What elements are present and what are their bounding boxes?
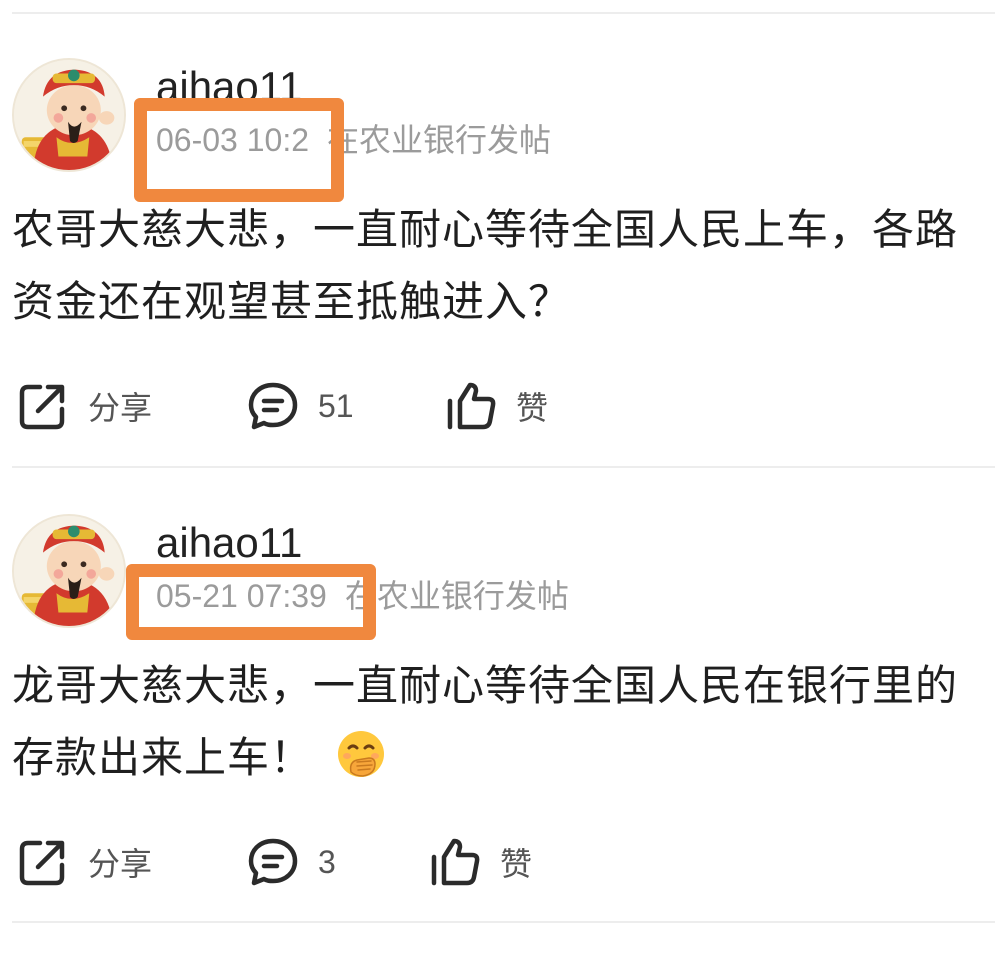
like-label: 赞 [516, 389, 549, 427]
post-actions: 分享 51 赞 [0, 376, 995, 436]
post-source[interactable]: 在农业银行发帖 [345, 577, 569, 615]
comment-icon [248, 838, 298, 886]
comment-button[interactable]: 3 [246, 832, 336, 892]
top-divider [12, 12, 995, 14]
post-content[interactable]: 农哥大慈大悲，一直耐心等待全国人民上车，各路资金还在观望甚至抵触进入？ [12, 194, 987, 338]
username[interactable]: aihao11 [156, 518, 302, 568]
highlight-annotation-box [134, 98, 344, 202]
share-button[interactable]: 分享 [16, 376, 152, 436]
comment-button[interactable]: 51 [246, 376, 354, 436]
avatar[interactable] [12, 58, 126, 172]
share-icon [19, 840, 65, 886]
god-of-wealth-avatar-image [14, 516, 124, 626]
post-source[interactable]: 在农业银行发帖 [327, 121, 551, 159]
avatar[interactable] [12, 514, 126, 628]
like-button[interactable]: 赞 [444, 376, 548, 436]
thumbs-up-icon [431, 838, 480, 886]
like-button[interactable]: 赞 [428, 832, 532, 892]
like-label: 赞 [500, 845, 533, 883]
post-card: aihao11 06-03 10:2 在农业银行发帖 农哥大慈大悲，一直耐心等待全… [0, 58, 995, 513]
post-content[interactable]: 龙哥大慈大悲，一直耐心等待全国人民在银行里的存款出来上车！ [12, 650, 987, 794]
post-content-text: 龙哥大慈大悲，一直耐心等待全国人民在银行里的存款出来上车！ [12, 661, 959, 782]
share-button[interactable]: 分享 [16, 832, 152, 892]
bottom-divider [12, 921, 995, 923]
thumbs-up-icon [447, 382, 496, 430]
comment-count: 3 [318, 843, 336, 880]
share-label: 分享 [88, 389, 153, 427]
highlight-annotation-box [126, 564, 376, 640]
hand-over-mouth-emoji-icon [338, 731, 385, 777]
comment-count: 51 [318, 387, 354, 424]
god-of-wealth-avatar-image [14, 60, 124, 170]
share-label: 分享 [88, 845, 153, 883]
post-divider [12, 466, 995, 468]
post-card: aihao11 05-21 07:39 在农业银行发帖 龙哥大慈大悲，一直耐心等待… [0, 514, 995, 969]
comment-icon [248, 382, 298, 430]
share-icon [19, 384, 65, 430]
post-actions: 分享 3 赞 [0, 832, 995, 892]
